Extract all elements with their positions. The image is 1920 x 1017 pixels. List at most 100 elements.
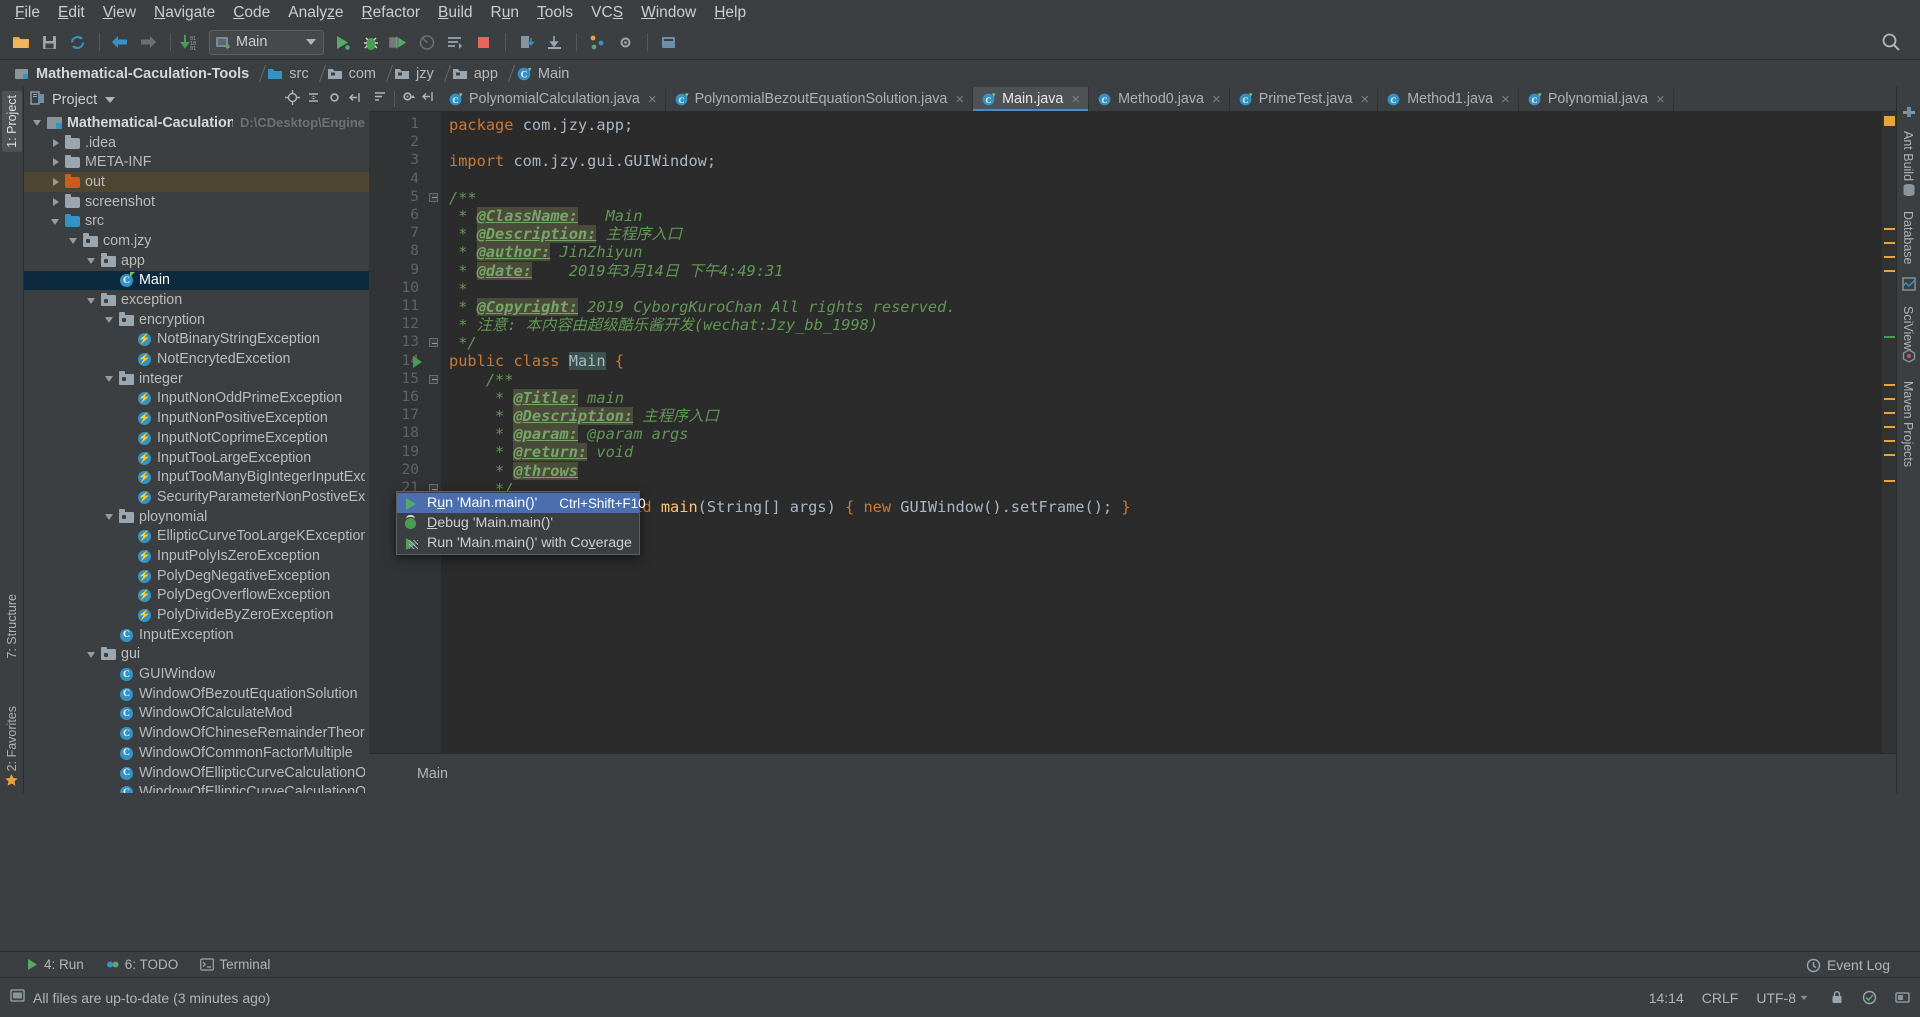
editor-tab-polynomialbezoutequationsolution[interactable]: C PolynomialBezoutEquationSolution.java × (666, 87, 974, 111)
code-editor[interactable]: 123456789101112131415161718192021222526 … (369, 112, 1896, 753)
code-folding-gutter[interactable] (427, 112, 441, 753)
tree-node-inputtoomanybigintegerinputexcept[interactable]: ⚡ InputTooManyBigIntegerInputExcept (24, 467, 369, 487)
status-line-separator[interactable]: CRLF (1702, 990, 1739, 1006)
code-fold-toggle[interactable] (429, 338, 438, 348)
tool-window-sciview[interactable]: SciView (1898, 302, 1918, 354)
encoding-chevron-down-icon[interactable] (1800, 995, 1808, 1000)
tree-node-gui[interactable]: gui (24, 645, 369, 665)
tool-window-terminal[interactable]: Terminal (200, 957, 270, 972)
menu-item-run[interactable]: Run (482, 2, 528, 24)
navigate-back-icon[interactable] (107, 29, 133, 55)
tree-twisty-down-icon[interactable] (104, 314, 116, 326)
search-everywhere-icon[interactable] (1878, 29, 1904, 55)
tool-window-structure[interactable]: 7: Structure (2, 590, 22, 663)
tree-twisty-down-icon[interactable] (50, 215, 62, 227)
tree-twisty-down-icon[interactable] (86, 255, 98, 267)
tree-node-mathematical-caculation-tools[interactable]: Mathematical-Caculation-Tools D:\CDesktop… (24, 113, 369, 133)
update-project-icon[interactable] (513, 29, 539, 55)
commit-icon[interactable] (541, 29, 567, 55)
tree-node-app[interactable]: app (24, 251, 369, 271)
tree-node-windowofbezoutequationsolution[interactable]: C WindowOfBezoutEquationSolution (24, 684, 369, 704)
sdk-manager-icon[interactable] (655, 29, 681, 55)
tree-node-guiwindow[interactable]: C GUIWindow (24, 664, 369, 684)
tree-twisty-down-icon[interactable] (104, 373, 116, 385)
open-project-icon[interactable] (8, 29, 34, 55)
warning-marker[interactable] (1884, 454, 1895, 456)
close-icon[interactable]: × (1656, 92, 1665, 107)
hide-editor-tabs-icon[interactable] (421, 89, 436, 109)
tree-node-ellipticcurvetoolargekexception[interactable]: ⚡ EllipticCurveTooLargeKException (24, 526, 369, 546)
breadcrumb-item-app[interactable]: app (448, 63, 502, 85)
editor-tab-polynomial[interactable]: C Polynomial.java × (1519, 87, 1674, 111)
lock-icon[interactable] (1830, 990, 1844, 1005)
tree-node-ploynomial[interactable]: ploynomial (24, 507, 369, 527)
tree-node-windowofcommonfactormultiple[interactable]: C WindowOfCommonFactorMultiple (24, 743, 369, 763)
navigate-forward-icon[interactable] (135, 29, 161, 55)
warning-marker[interactable] (1884, 228, 1895, 230)
breadcrumb-item-main[interactable]: C Main (512, 63, 573, 85)
tree-twisty-right-icon[interactable] (50, 176, 62, 188)
tree-node-com-jzy[interactable]: com.jzy (24, 231, 369, 251)
tree-node-inputexception[interactable]: C InputException (24, 625, 369, 645)
tree-node-exception[interactable]: exception (24, 290, 369, 310)
tree-twisty-right-icon[interactable] (50, 156, 62, 168)
tree-node-src[interactable]: src (24, 211, 369, 231)
tree-node-securityparameternonpostiveexcepti[interactable]: ⚡ SecurityParameterNonPostiveExcepti (24, 487, 369, 507)
close-icon[interactable]: × (648, 92, 657, 107)
tool-window-ant-build[interactable]: Ant Build (1898, 127, 1918, 185)
project-settings-gear-icon[interactable] (327, 90, 342, 110)
menu-item-help[interactable]: Help (705, 2, 755, 24)
structure-icon[interactable] (584, 29, 610, 55)
tree-node-windowofellipticcurvecalculationoff2n[interactable]: C WindowOfEllipticCurveCalculationOff2n (24, 763, 369, 783)
close-icon[interactable]: × (1360, 92, 1369, 107)
tree-node-windowofellipticcurvecalculationoffp[interactable]: C WindowOfEllipticCurveCalculationOfFp (24, 782, 369, 793)
menu-item-view[interactable]: View (94, 2, 145, 24)
tree-node-inputnonpositiveexception[interactable]: ⚡ InputNonPositiveException (24, 408, 369, 428)
settings-gear-icon[interactable] (612, 29, 638, 55)
code-fold-toggle[interactable] (429, 374, 438, 384)
run-with-coverage-button[interactable] (386, 29, 412, 55)
tree-twisty-down-icon[interactable] (68, 235, 80, 247)
editor-tab-primetest[interactable]: C PrimeTest.java × (1230, 87, 1379, 111)
warning-marker[interactable] (1884, 384, 1895, 386)
code-fold-toggle[interactable] (429, 192, 438, 202)
inspection-icon[interactable] (1862, 990, 1877, 1005)
close-icon[interactable]: × (1501, 92, 1510, 107)
close-icon[interactable]: × (1212, 92, 1221, 107)
run-configuration-selector[interactable]: Main (209, 29, 324, 55)
tree-node-inputnonoddprimeexception[interactable]: ⚡ InputNonOddPrimeException (24, 389, 369, 409)
menu-item-edit[interactable]: Edit (49, 2, 94, 24)
menu-item-refactor[interactable]: Refactor (352, 2, 429, 24)
close-icon[interactable]: × (955, 92, 964, 107)
status-encoding[interactable]: UTF-8 (1756, 990, 1812, 1006)
tool-window-database[interactable]: Database (1898, 207, 1918, 269)
tool-window-run[interactable]: 4: Run (26, 957, 84, 972)
change-marker[interactable] (1884, 336, 1895, 338)
warning-marker[interactable] (1884, 480, 1895, 482)
collapse-all-icon[interactable] (306, 90, 321, 110)
tool-window-todo[interactable]: 6: TODO (106, 957, 178, 972)
tool-window-maven-projects[interactable]: Maven Projects (1898, 377, 1918, 471)
tree-twisty-down-icon[interactable] (104, 511, 116, 523)
menu-item-navigate[interactable]: Navigate (145, 2, 224, 24)
save-all-icon[interactable] (36, 29, 62, 55)
menu-item-vcs[interactable]: VCS (582, 2, 632, 24)
tree-twisty-down-icon[interactable] (32, 117, 44, 129)
breadcrumb-item-com[interactable]: com (323, 63, 380, 85)
warning-marker[interactable] (1884, 270, 1895, 272)
tree-node-polydividebyzeroexception[interactable]: ⚡ PolyDivideByZeroException (24, 605, 369, 625)
chevron-down-icon[interactable] (306, 39, 316, 45)
profile-button[interactable] (414, 29, 440, 55)
menu-item-analyze[interactable]: Analyze (279, 2, 352, 24)
gutter-run-icon[interactable] (413, 355, 422, 368)
editor-tab-method1[interactable]: C Method1.java × (1378, 87, 1519, 111)
editor-settings-gear-icon[interactable] (401, 89, 418, 109)
tree-node-encryption[interactable]: encryption (24, 310, 369, 330)
sync-icon[interactable] (64, 29, 90, 55)
tool-window-project[interactable]: 1: Project (2, 91, 22, 152)
breadcrumb-item-src[interactable]: src (263, 63, 312, 85)
breadcrumb-item-jzy[interactable]: jzy (390, 63, 438, 85)
tree-node-inputnotcoprimeexception[interactable]: ⚡ InputNotCoprimeException (24, 428, 369, 448)
warning-marker[interactable] (1884, 440, 1895, 442)
menu-item-build[interactable]: Build (429, 2, 481, 24)
